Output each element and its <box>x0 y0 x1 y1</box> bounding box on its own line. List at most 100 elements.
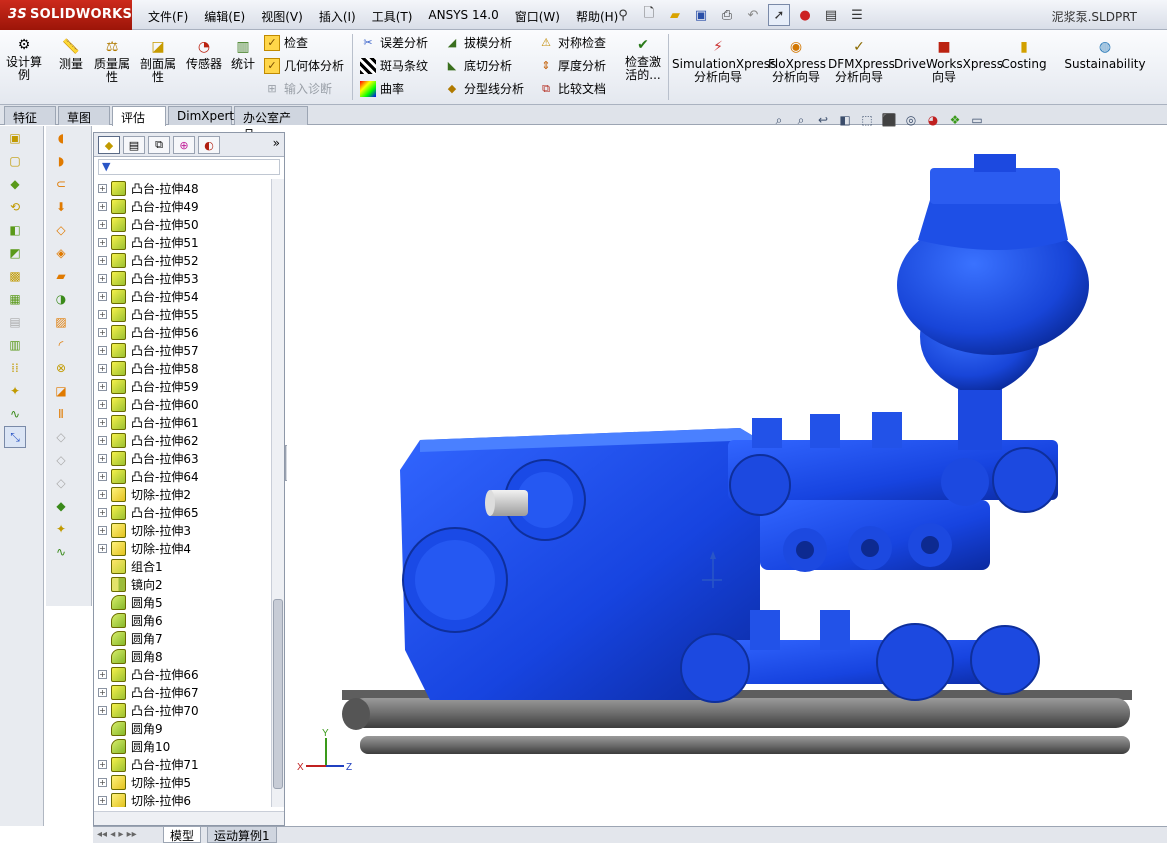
section-properties-button[interactable]: ◪ 剖面属性 <box>138 38 178 84</box>
import-diagnostics-button[interactable]: ⊞ 输入诊断 <box>264 80 332 97</box>
expand-toggle-icon[interactable]: + <box>98 291 107 301</box>
tab-model[interactable]: 模型 <box>163 827 202 843</box>
view-settings-icon[interactable]: ▭ <box>968 112 986 128</box>
tab-features[interactable]: 特征 <box>4 106 56 125</box>
file-properties-icon[interactable]: ▤ <box>820 4 842 26</box>
costing-button[interactable]: ▮ Costing <box>998 38 1050 71</box>
split-icon[interactable]: Ⅱ <box>50 403 72 425</box>
curves-icon[interactable]: ∿ <box>4 403 26 425</box>
tree-node[interactable]: + 凸台-拉伸50 <box>94 215 270 233</box>
tree-node[interactable]: + 凸台-拉伸60 <box>94 395 270 413</box>
expand-toggle-icon[interactable]: + <box>98 489 107 499</box>
expand-toggle-icon[interactable]: + <box>98 255 107 265</box>
tree-node[interactable]: + 凸台-拉伸58 <box>94 359 270 377</box>
rib-icon[interactable]: ⊂ <box>50 173 72 195</box>
combine-icon[interactable]: ◪ <box>50 380 72 402</box>
expand-toggle-icon[interactable]: + <box>98 345 107 355</box>
tree-node[interactable]: + 凸台-拉伸57 <box>94 341 270 359</box>
pattern-icon[interactable]: ⁞⁞ <box>4 357 26 379</box>
geometry-analysis-button[interactable]: ✓ 几何体分析 <box>264 57 344 74</box>
expand-toggle-icon[interactable]: + <box>98 669 107 679</box>
tree-node[interactable]: + 凸台-拉伸65 <box>94 503 270 521</box>
floxpress-button[interactable]: ◉ FloXpress分析向导 <box>768 38 826 84</box>
tree-node[interactable]: + 凸台-拉伸59 <box>94 377 270 395</box>
tab-office-products[interactable]: 办公室产品 <box>234 106 308 142</box>
expand-toggle-icon[interactable]: + <box>98 219 107 229</box>
tree-node[interactable]: 圆角8 <box>94 647 270 665</box>
sweep-icon[interactable]: ◧ <box>4 219 26 241</box>
tree-node[interactable]: + 切除-拉伸4 <box>94 539 270 557</box>
tree-node[interactable]: 镜向2 <box>94 575 270 593</box>
tree-node[interactable]: + 切除-拉伸5 <box>94 773 270 791</box>
tree-node[interactable]: + 凸台-拉伸49 <box>94 197 270 215</box>
tree-node[interactable]: + 凸台-拉伸63 <box>94 449 270 467</box>
tree-node[interactable]: + 切除-拉伸3 <box>94 521 270 539</box>
zoom-to-area-icon[interactable]: ⌕ <box>792 112 810 128</box>
compare-documents-button[interactable]: ⧉ 比较文档 <box>538 80 606 97</box>
parting-line-button[interactable]: ◆ 分型线分析 <box>444 80 524 97</box>
draft-analysis-button[interactable]: ◢ 拔模分析 <box>444 34 512 51</box>
reference-geometry-icon[interactable]: ✦ <box>4 380 26 402</box>
menu-view[interactable]: 视图(V) <box>253 0 311 30</box>
deviation-analysis-button[interactable]: ✂ 误差分析 <box>360 34 428 51</box>
expand-toggle-icon[interactable]: + <box>98 795 107 805</box>
curvature-button[interactable]: 曲率 <box>360 80 404 97</box>
select-pointer-icon[interactable]: ➚ <box>768 4 790 26</box>
tree-node[interactable]: + 凸台-拉伸51 <box>94 233 270 251</box>
extrude-icon[interactable]: ◆ <box>4 173 26 195</box>
display-style-icon[interactable]: ⬛ <box>880 112 898 128</box>
tab-evaluate[interactable]: 评估 <box>112 106 166 126</box>
solidworks-logo[interactable]: 3S SOLIDWORKS <box>0 0 132 30</box>
expand-toggle-icon[interactable]: + <box>98 525 107 535</box>
shell-icon[interactable]: ▥ <box>4 334 26 356</box>
tab-sketch[interactable]: 草图 <box>58 106 110 125</box>
expand-toggle-icon[interactable]: + <box>98 399 107 409</box>
options-icon[interactable]: ☰ <box>846 4 868 26</box>
draft-feature-icon[interactable]: ⬇ <box>50 196 72 218</box>
expand-toggle-icon[interactable]: + <box>98 543 107 553</box>
tree-node[interactable]: + 凸台-拉伸71 <box>94 755 270 773</box>
dfmxpress-button[interactable]: ✓ DFMXpress分析向导 <box>828 38 895 84</box>
tree-node[interactable]: + 凸台-拉伸66 <box>94 665 270 683</box>
check-active-button[interactable]: ✔ 检查激活的... <box>620 36 666 82</box>
simulationxpress-button[interactable]: ⚡ SimulationXpress分析向导 <box>672 38 776 84</box>
zoom-to-fit-icon[interactable]: ⌕ <box>770 112 788 128</box>
fillet-icon[interactable]: ◖ <box>50 127 72 149</box>
tree-node[interactable]: + 切除-拉伸2 <box>94 485 270 503</box>
menu-edit[interactable]: 编辑(E) <box>196 0 253 30</box>
expand-toggle-icon[interactable]: + <box>98 201 107 211</box>
design-study-button[interactable]: ⚙ 设计算例 <box>6 36 42 82</box>
expand-toggle-icon[interactable]: + <box>98 273 107 283</box>
expand-toggle-icon[interactable]: + <box>98 507 107 517</box>
boundary-icon[interactable]: ▩ <box>4 265 26 287</box>
menu-tools[interactable]: 工具(T) <box>364 0 421 30</box>
expand-toggle-icon[interactable]: + <box>98 777 107 787</box>
expand-toggle-icon[interactable]: + <box>98 471 107 481</box>
check-button[interactable]: ✓ 检查 <box>264 34 308 51</box>
save-icon[interactable]: ▣ <box>690 4 712 26</box>
tree-horizontal-scrollbar[interactable] <box>94 811 284 825</box>
dome-icon[interactable]: ◈ <box>50 242 72 264</box>
expand-toggle-icon[interactable]: + <box>98 759 107 769</box>
print-icon[interactable]: ⎙ <box>716 4 738 26</box>
dimxpert-manager-tab-icon[interactable]: ⊕ <box>173 136 195 154</box>
revolve-icon[interactable]: ⟲ <box>4 196 26 218</box>
deform-icon[interactable]: ◜ <box>50 334 72 356</box>
feature-manager-tab-icon[interactable]: ◆ <box>98 136 120 154</box>
loft-icon[interactable]: ◩ <box>4 242 26 264</box>
tab-dimxpert[interactable]: DimXpert <box>168 106 234 125</box>
flex-icon[interactable]: ◑ <box>50 288 72 310</box>
scroll-thumb[interactable] <box>273 599 283 789</box>
tab-motion-study[interactable]: 运动算例1 <box>207 827 277 843</box>
expand-toggle-icon[interactable]: + <box>98 183 107 193</box>
cavity-icon[interactable]: ▨ <box>50 311 72 333</box>
tree-node[interactable]: + 凸台-拉伸67 <box>94 683 270 701</box>
open-folder-icon[interactable]: ▰ <box>664 4 686 26</box>
symmetry-check-button[interactable]: ⚠ 对称检查 <box>538 34 606 51</box>
expand-toggle-icon[interactable]: + <box>98 309 107 319</box>
tree-node[interactable]: + 凸台-拉伸56 <box>94 323 270 341</box>
configuration-manager-tab-icon[interactable]: ⧉ <box>148 136 170 154</box>
reference-icon[interactable]: ✦ <box>50 518 72 540</box>
expand-toggle-icon[interactable]: + <box>98 417 107 427</box>
apply-scene-icon[interactable]: ❖ <box>946 112 964 128</box>
